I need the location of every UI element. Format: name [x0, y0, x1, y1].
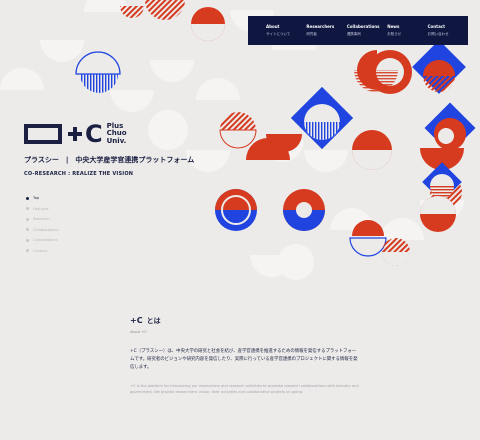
about-heading-mark: +C: [130, 316, 143, 325]
tagline-en: CO-RESEARCH : REALIZE THE VISION: [24, 171, 134, 177]
section-nav-label: Contact: [33, 248, 47, 253]
dot-icon: [26, 249, 29, 253]
section-nav-collaborations[interactable]: Collaborations: [26, 225, 59, 236]
nav-collaborations-en: Collaborations: [346, 24, 380, 29]
dot-icon: [26, 238, 29, 242]
about-body-en: +C is the platform for introducing our r…: [130, 383, 359, 395]
nav-about[interactable]: About サイトについて: [266, 24, 306, 45]
section-nav-label: Top: [33, 196, 40, 201]
section-nav-label: Features: [33, 206, 49, 211]
dot-icon: [26, 207, 29, 211]
logo-plus-mark: [68, 127, 82, 141]
logo-box-mark: [24, 124, 62, 144]
section-nav: Top Features Research Collaborations Con…: [26, 193, 59, 256]
hero: C Plus Chuo Univ. プラスシー | 中央大学産学官連携プラットフ…: [24, 122, 194, 177]
about-heading: +C とは: [130, 316, 360, 326]
section-nav-top[interactable]: Top: [26, 193, 59, 204]
about-section: +C とは About +C +C（プラスシー）は、中央大学の研究と社会を結び、…: [130, 316, 360, 395]
tagline-ja: プラスシー | 中央大学産学官連携プラットフォーム: [24, 156, 195, 164]
nav-collaborations-ja: 連携事例: [346, 32, 361, 36]
section-nav-contact[interactable]: Contact: [26, 246, 59, 257]
nav-researchers-en: Researchers: [306, 24, 335, 29]
section-nav-label: Consultations: [33, 238, 58, 243]
nav-about-en: About: [266, 24, 280, 29]
nav-news-ja: お知らせ: [387, 32, 402, 36]
nav-contact-ja: お問い合わせ: [427, 32, 449, 36]
dot-icon: [26, 228, 29, 232]
nav-researchers[interactable]: Researchers 研究者: [306, 24, 346, 45]
nav-contact-en: Contact: [427, 24, 446, 29]
nav-collaborations[interactable]: Collaborations 連携事例: [347, 24, 387, 45]
logo-line-univ: Univ.: [106, 136, 127, 145]
nav-contact[interactable]: Contact お問い合わせ: [428, 24, 468, 45]
logo-wordmark: Plus Chuo Univ.: [106, 122, 127, 146]
nav-news[interactable]: News お知らせ: [387, 24, 427, 45]
dot-icon: [26, 217, 29, 221]
section-nav-label: Collaborations: [33, 227, 59, 232]
nav-about-ja: サイトについて: [266, 32, 291, 36]
section-nav-research[interactable]: Research: [26, 214, 59, 225]
active-dot-icon: [26, 196, 29, 200]
site-logo[interactable]: C Plus Chuo Univ.: [24, 122, 194, 146]
nav-news-en: News: [387, 24, 400, 29]
about-body-ja: +C（プラスシー）は、中央大学の研究と社会を結び、産学官連携を推進するための情報…: [130, 349, 358, 371]
about-subheading: About +C: [130, 330, 147, 334]
section-nav-label: Research: [33, 217, 50, 222]
nav-researchers-ja: 研究者: [306, 32, 317, 36]
about-heading-text: とは: [146, 317, 161, 325]
section-nav-consultations[interactable]: Consultations: [26, 235, 59, 246]
main-nav: About サイトについて Researchers 研究者 Collaborat…: [248, 16, 468, 45]
logo-c-mark: C: [85, 120, 103, 148]
section-nav-features[interactable]: Features: [26, 204, 59, 215]
